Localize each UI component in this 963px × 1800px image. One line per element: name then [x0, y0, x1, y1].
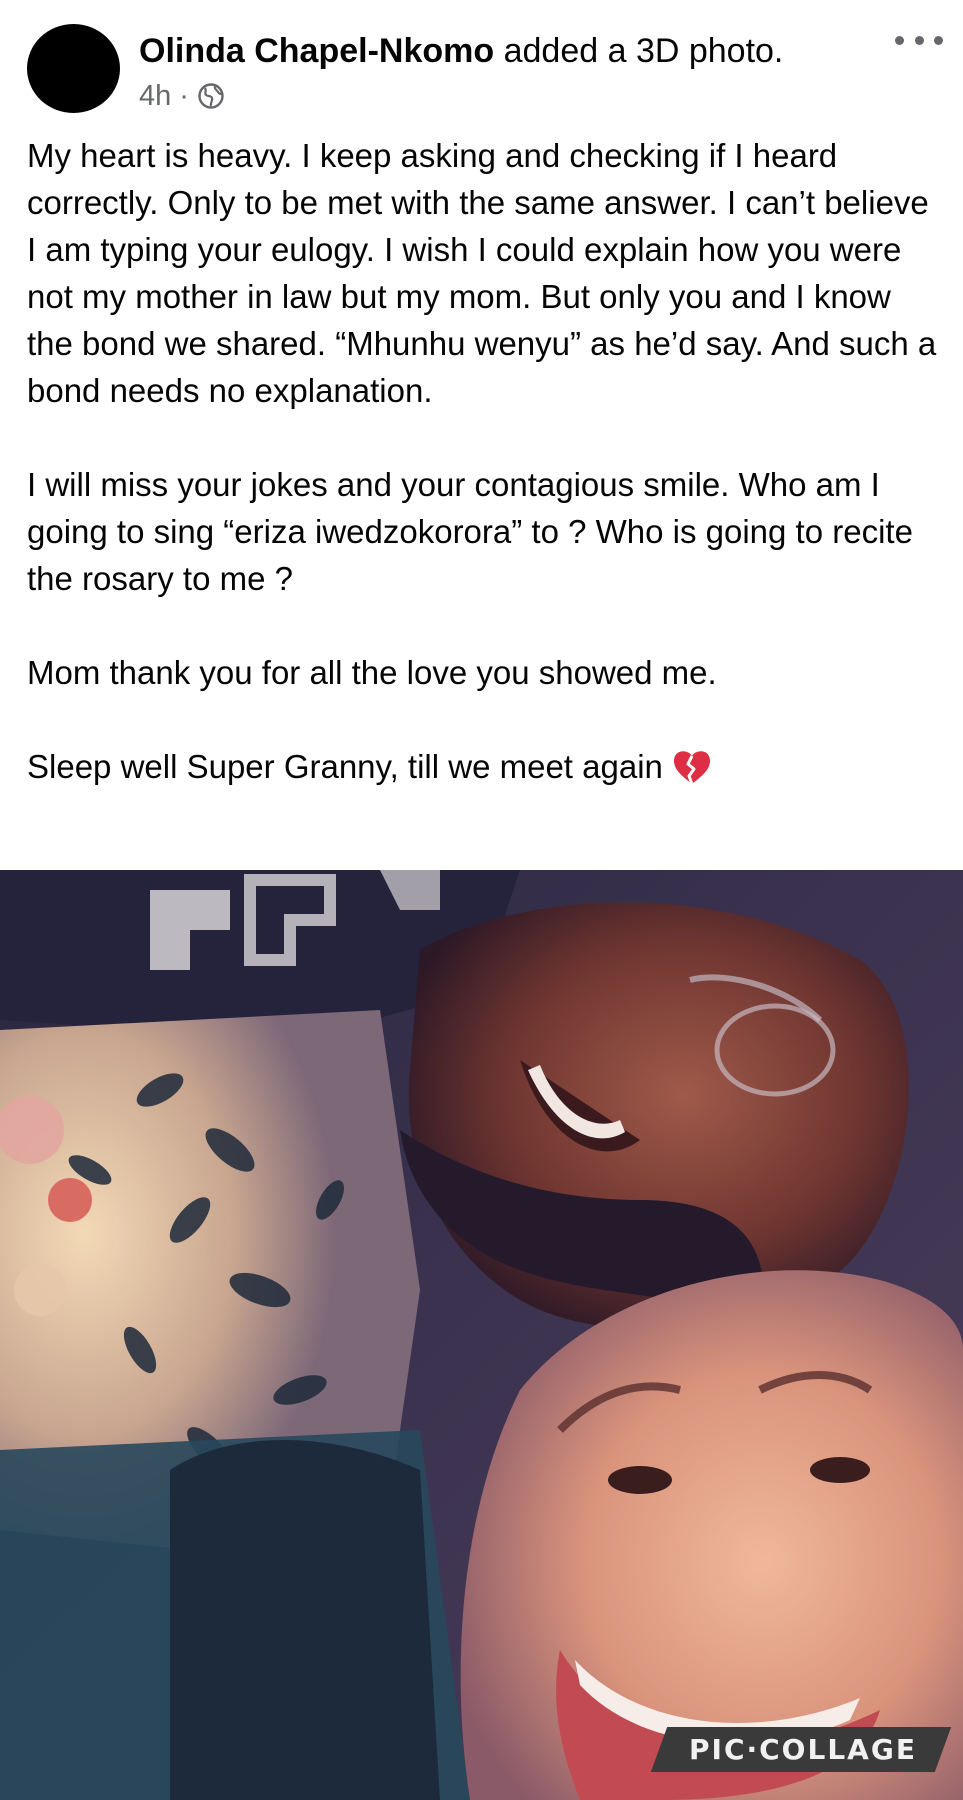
- post-timestamp[interactable]: 4h: [139, 78, 171, 114]
- more-dots-icon: [895, 35, 904, 45]
- author-line: Olinda Chapel-Nkomo added a 3D photo.: [139, 30, 783, 72]
- post-paragraph: I will miss your jokes and your contagio…: [27, 466, 913, 597]
- meta-separator: ·: [179, 80, 189, 112]
- avatar[interactable]: [27, 24, 120, 113]
- post-paragraph: Mom thank you for all the love you showe…: [27, 654, 717, 691]
- pic-collage-watermark: PIC·COLLAGE: [650, 1727, 952, 1772]
- post-photo[interactable]: PIC·COLLAGE: [0, 870, 963, 1800]
- more-options-button[interactable]: [895, 22, 943, 58]
- post-action-text: added a 3D photo.: [503, 32, 784, 70]
- selfie-photo: [0, 870, 963, 1800]
- broken-heart-icon: [673, 751, 710, 785]
- post-meta: 4h ·: [139, 78, 225, 114]
- post-paragraph: My heart is heavy. I keep asking and che…: [27, 137, 937, 409]
- post-paragraph-last: Sleep well Super Granny, till we meet ag…: [27, 743, 942, 790]
- post-paragraph: Sleep well Super Granny, till we meet ag…: [27, 748, 663, 785]
- post-text: My heart is heavy. I keep asking and che…: [27, 132, 942, 790]
- author-name[interactable]: Olinda Chapel-Nkomo: [139, 32, 494, 70]
- globe-icon[interactable]: [197, 82, 225, 110]
- post-header: Olinda Chapel-Nkomo added a 3D photo. 4h…: [0, 0, 963, 125]
